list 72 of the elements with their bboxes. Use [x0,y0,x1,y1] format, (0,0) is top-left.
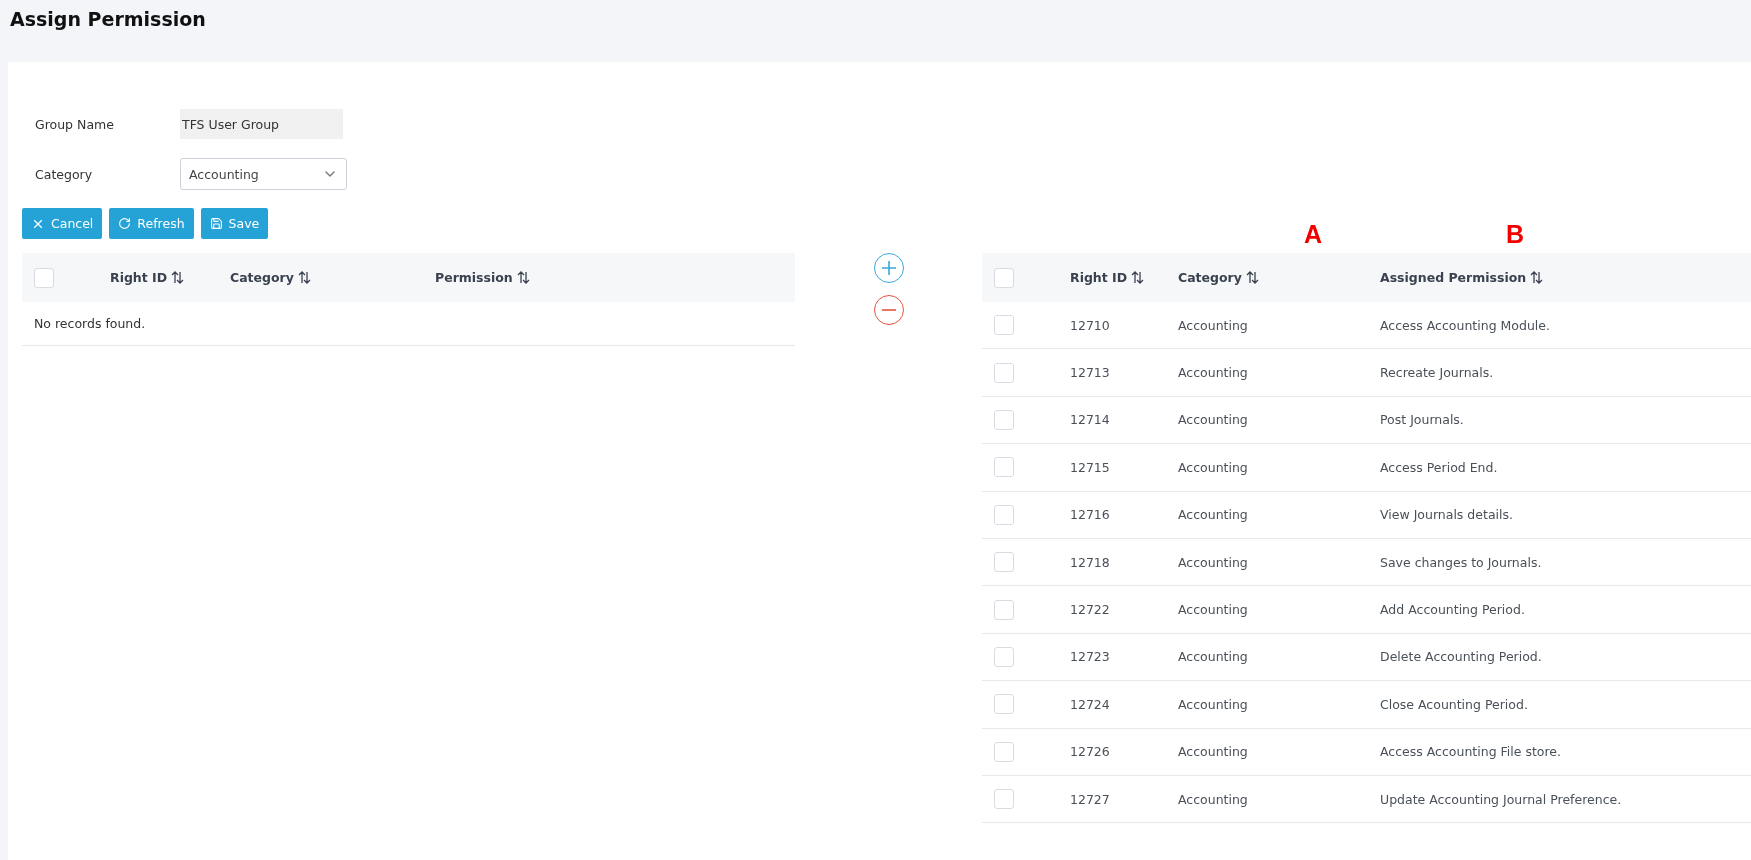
table-cell: 12715 [1070,459,1110,475]
sort-icon[interactable] [171,271,185,284]
add-button[interactable] [873,253,904,283]
checkbox[interactable] [994,267,1014,288]
refresh-icon [118,217,132,230]
table-cell: Close Acounting Period. [1380,696,1528,712]
table-cell: Update Accounting Journal Preference. [1380,791,1622,807]
table-cell: 12724 [1070,696,1110,712]
table-cell: Accounting [1178,602,1248,618]
remove-button[interactable] [873,295,904,325]
table-cell: Accounting [1178,791,1248,807]
minus-icon [881,309,896,311]
column-header[interactable]: Category [1178,270,1259,285]
plus-icon [881,261,896,275]
table-cell: Access Period End. [1380,459,1498,475]
table-cell: Accounting [1178,744,1248,760]
checkbox[interactable] [994,315,1014,336]
table-cell: 12726 [1070,744,1110,760]
table-cell: Add Accounting Period. [1380,602,1525,618]
table-cell: Accounting [1178,507,1248,523]
table-cell: 12716 [1070,507,1110,523]
checkbox[interactable] [994,646,1014,667]
table-cell: Save changes to Journals. [1380,554,1542,570]
empty-message: No records found. [22,302,795,346]
checkbox[interactable] [994,457,1014,478]
checkbox[interactable] [994,504,1014,525]
table-cell: Access Accounting File store. [1380,744,1562,760]
field-label: Group Name [35,116,115,132]
annotation-letter: B [1506,220,1525,249]
table-cell: 12723 [1070,649,1110,665]
table-cell: 12718 [1070,554,1110,570]
table-cell: Delete Accounting Period. [1380,649,1542,665]
column-header[interactable]: Category [230,270,311,285]
field-label: Category [35,166,94,182]
table-cell: View Journals details. [1380,507,1513,523]
page-title: Assign Permission [9,7,207,32]
sort-icon[interactable] [1530,271,1544,284]
checkbox[interactable] [994,741,1014,762]
table-cell: Accounting [1178,459,1248,475]
category-dropdown[interactable]: Accounting [180,158,347,190]
table-cell: 12713 [1070,365,1110,381]
sort-icon[interactable] [1131,271,1145,284]
checkbox[interactable] [994,789,1014,810]
group-name-field[interactable]: TFS User Group [180,109,343,139]
table-cell: Accounting [1178,412,1248,428]
column-header[interactable]: Assigned Permission [1380,270,1544,285]
checkbox[interactable] [994,694,1014,715]
save-icon [209,217,223,230]
checkbox[interactable] [994,409,1014,430]
sort-icon[interactable] [297,271,311,284]
checkbox[interactable] [34,267,54,288]
table-cell: 12710 [1070,317,1110,333]
table-cell: Accounting [1178,696,1248,712]
table-cell: Accounting [1178,554,1248,570]
annotation-letter: A [1304,220,1323,249]
checkbox[interactable] [994,362,1014,383]
table-cell: 12727 [1070,791,1110,807]
sort-icon[interactable] [1245,271,1259,284]
table-cell: Recreate Journals. [1380,365,1494,381]
table-cell: 12714 [1070,412,1110,428]
column-header[interactable]: Right ID [1070,270,1145,285]
table-cell: Accounting [1178,317,1248,333]
checkbox[interactable] [994,552,1014,573]
table-cell: Access Accounting Module. [1380,317,1550,333]
sort-icon[interactable] [516,271,530,284]
table-cell: Post Journals. [1380,412,1464,428]
table-cell: Accounting [1178,365,1248,381]
table-cell: Accounting [1178,649,1248,665]
table-cell: 12722 [1070,602,1110,618]
checkbox[interactable] [994,599,1014,620]
column-header[interactable]: Right ID [110,270,185,285]
column-header[interactable]: Permission [435,270,530,285]
